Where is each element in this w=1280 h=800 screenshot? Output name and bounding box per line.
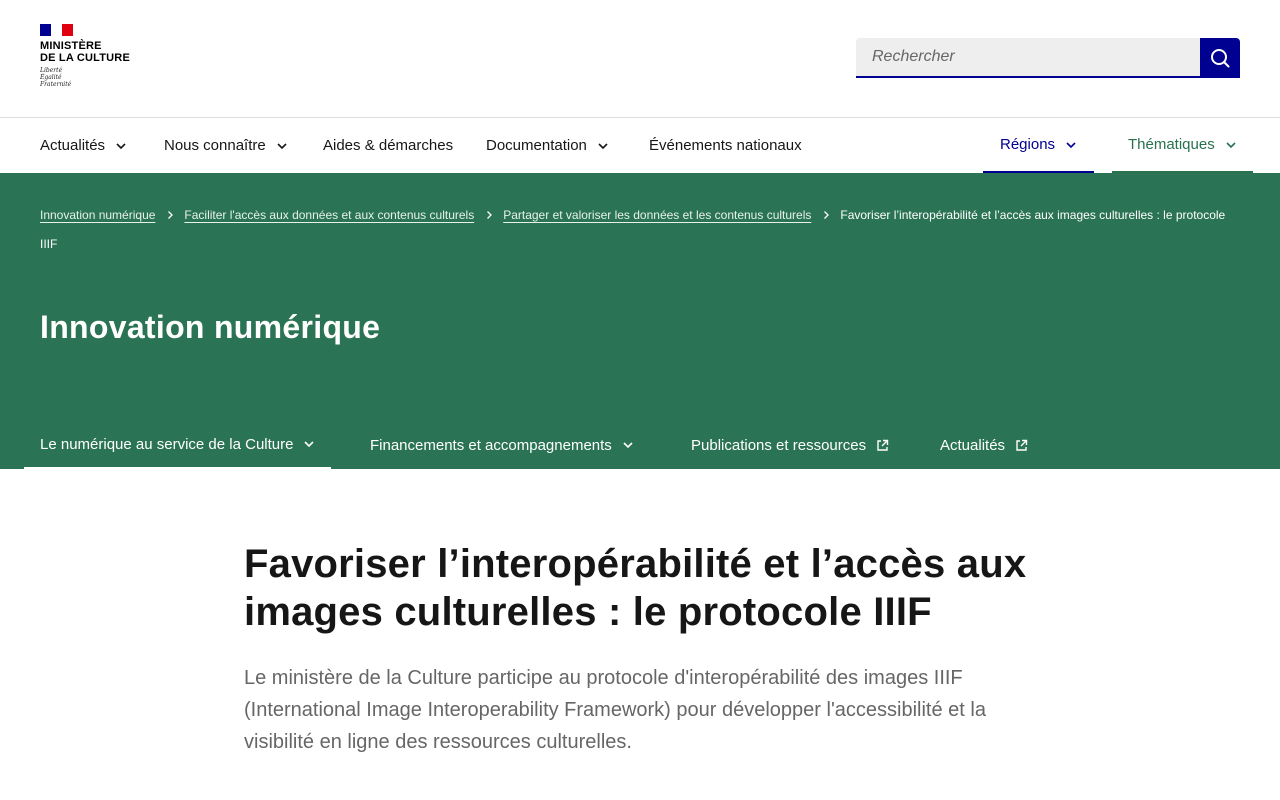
subnav-item-label: Publications et ressources <box>691 436 867 454</box>
chevron-down-icon <box>303 440 315 448</box>
subnav-item-label: Le numérique au service de la Culture <box>40 435 294 453</box>
chevron-down-icon <box>597 142 609 150</box>
article-lead: Le ministère de la Culture participe au … <box>244 667 986 753</box>
nav-item-label: Actualités <box>40 137 106 154</box>
breadcrumb-link[interactable]: Partager et valoriser les données et les… <box>503 208 811 222</box>
logo-motto: Liberté Égalité Fraternité <box>40 67 150 88</box>
ministry-logo[interactable]: Ministère de la Culture Liberté Égalité … <box>40 24 150 88</box>
breadcrumb-link[interactable]: Innovation numérique <box>40 208 155 222</box>
logo-title-line2: de la Culture <box>40 52 130 64</box>
search-bar <box>856 38 1240 78</box>
chevron-down-icon <box>276 142 288 150</box>
nav-item-actualites[interactable]: Actualités <box>40 118 127 173</box>
nav-item-documentation[interactable]: Documentation <box>486 118 609 173</box>
nav-item-label: Nous connaître <box>164 137 266 154</box>
logo-motto-line3: Fraternité <box>40 81 72 88</box>
subnav-item-numerique-culture[interactable]: Le numérique au service de la Culture <box>24 421 332 469</box>
nav-item-regions[interactable]: Régions <box>983 118 1095 173</box>
section-title: Innovation numérique <box>40 309 381 345</box>
subnav-item-actualites[interactable]: Actualités <box>940 421 1028 469</box>
chevron-right-icon <box>167 202 174 230</box>
nav-item-evenements-nationaux[interactable]: Événements nationaux <box>649 118 802 173</box>
nav-item-thematiques[interactable]: Thématiques <box>1112 118 1253 173</box>
chevron-right-icon <box>823 202 830 230</box>
logo-motto-line2: Égalité <box>40 74 62 81</box>
logo-title-line1: Ministère <box>40 40 102 52</box>
external-link-icon <box>876 439 889 452</box>
subnav-item-publications[interactable]: Publications et ressources <box>691 421 889 469</box>
external-link-icon <box>1015 439 1028 452</box>
nav-item-label: Régions <box>1000 136 1056 153</box>
nav-item-label: Événements nationaux <box>649 137 802 154</box>
breadcrumb-link[interactable]: Faciliter l'accès aux données et aux con… <box>184 208 474 222</box>
search-button[interactable] <box>1200 38 1240 78</box>
nav-item-label: Aides & démarches <box>323 137 454 154</box>
logo-title: Ministère de la Culture <box>40 40 150 64</box>
site-header: Ministère de la Culture Liberté Égalité … <box>0 0 1280 118</box>
nav-item-label: Thématiques <box>1128 136 1215 153</box>
logo-motto-line1: Liberté <box>40 67 63 74</box>
nav-item-label: Documentation <box>486 137 587 154</box>
subnav-item-label: Financements et accompagnements <box>370 436 612 454</box>
chevron-down-icon <box>1225 141 1237 149</box>
marianne-flag-icon <box>40 24 73 36</box>
chevron-down-icon <box>115 142 127 150</box>
chevron-down-icon <box>1065 141 1077 149</box>
article-content: Favoriser l’interopérabilité et l’accès … <box>244 540 1044 758</box>
chevron-down-icon <box>622 441 634 449</box>
main-nav: Actualités Nous connaître Aides & démarc… <box>0 118 1280 173</box>
subnav-item-financements[interactable]: Financements et accompagnements <box>370 421 634 469</box>
nav-item-aides-demarches[interactable]: Aides & démarches <box>323 118 453 173</box>
page-title: Favoriser l’interopérabilité et l’accès … <box>244 542 1027 634</box>
subnav-item-label: Actualités <box>940 436 1006 454</box>
search-input[interactable] <box>856 38 1200 78</box>
search-icon <box>1211 49 1230 68</box>
nav-item-nous-connaitre[interactable]: Nous connaître <box>164 118 288 173</box>
section-banner: Innovation numérique Faciliter l'accès au… <box>0 173 1280 469</box>
breadcrumb: Innovation numérique Faciliter l'accès au… <box>40 201 1240 258</box>
chevron-right-icon <box>486 202 493 230</box>
